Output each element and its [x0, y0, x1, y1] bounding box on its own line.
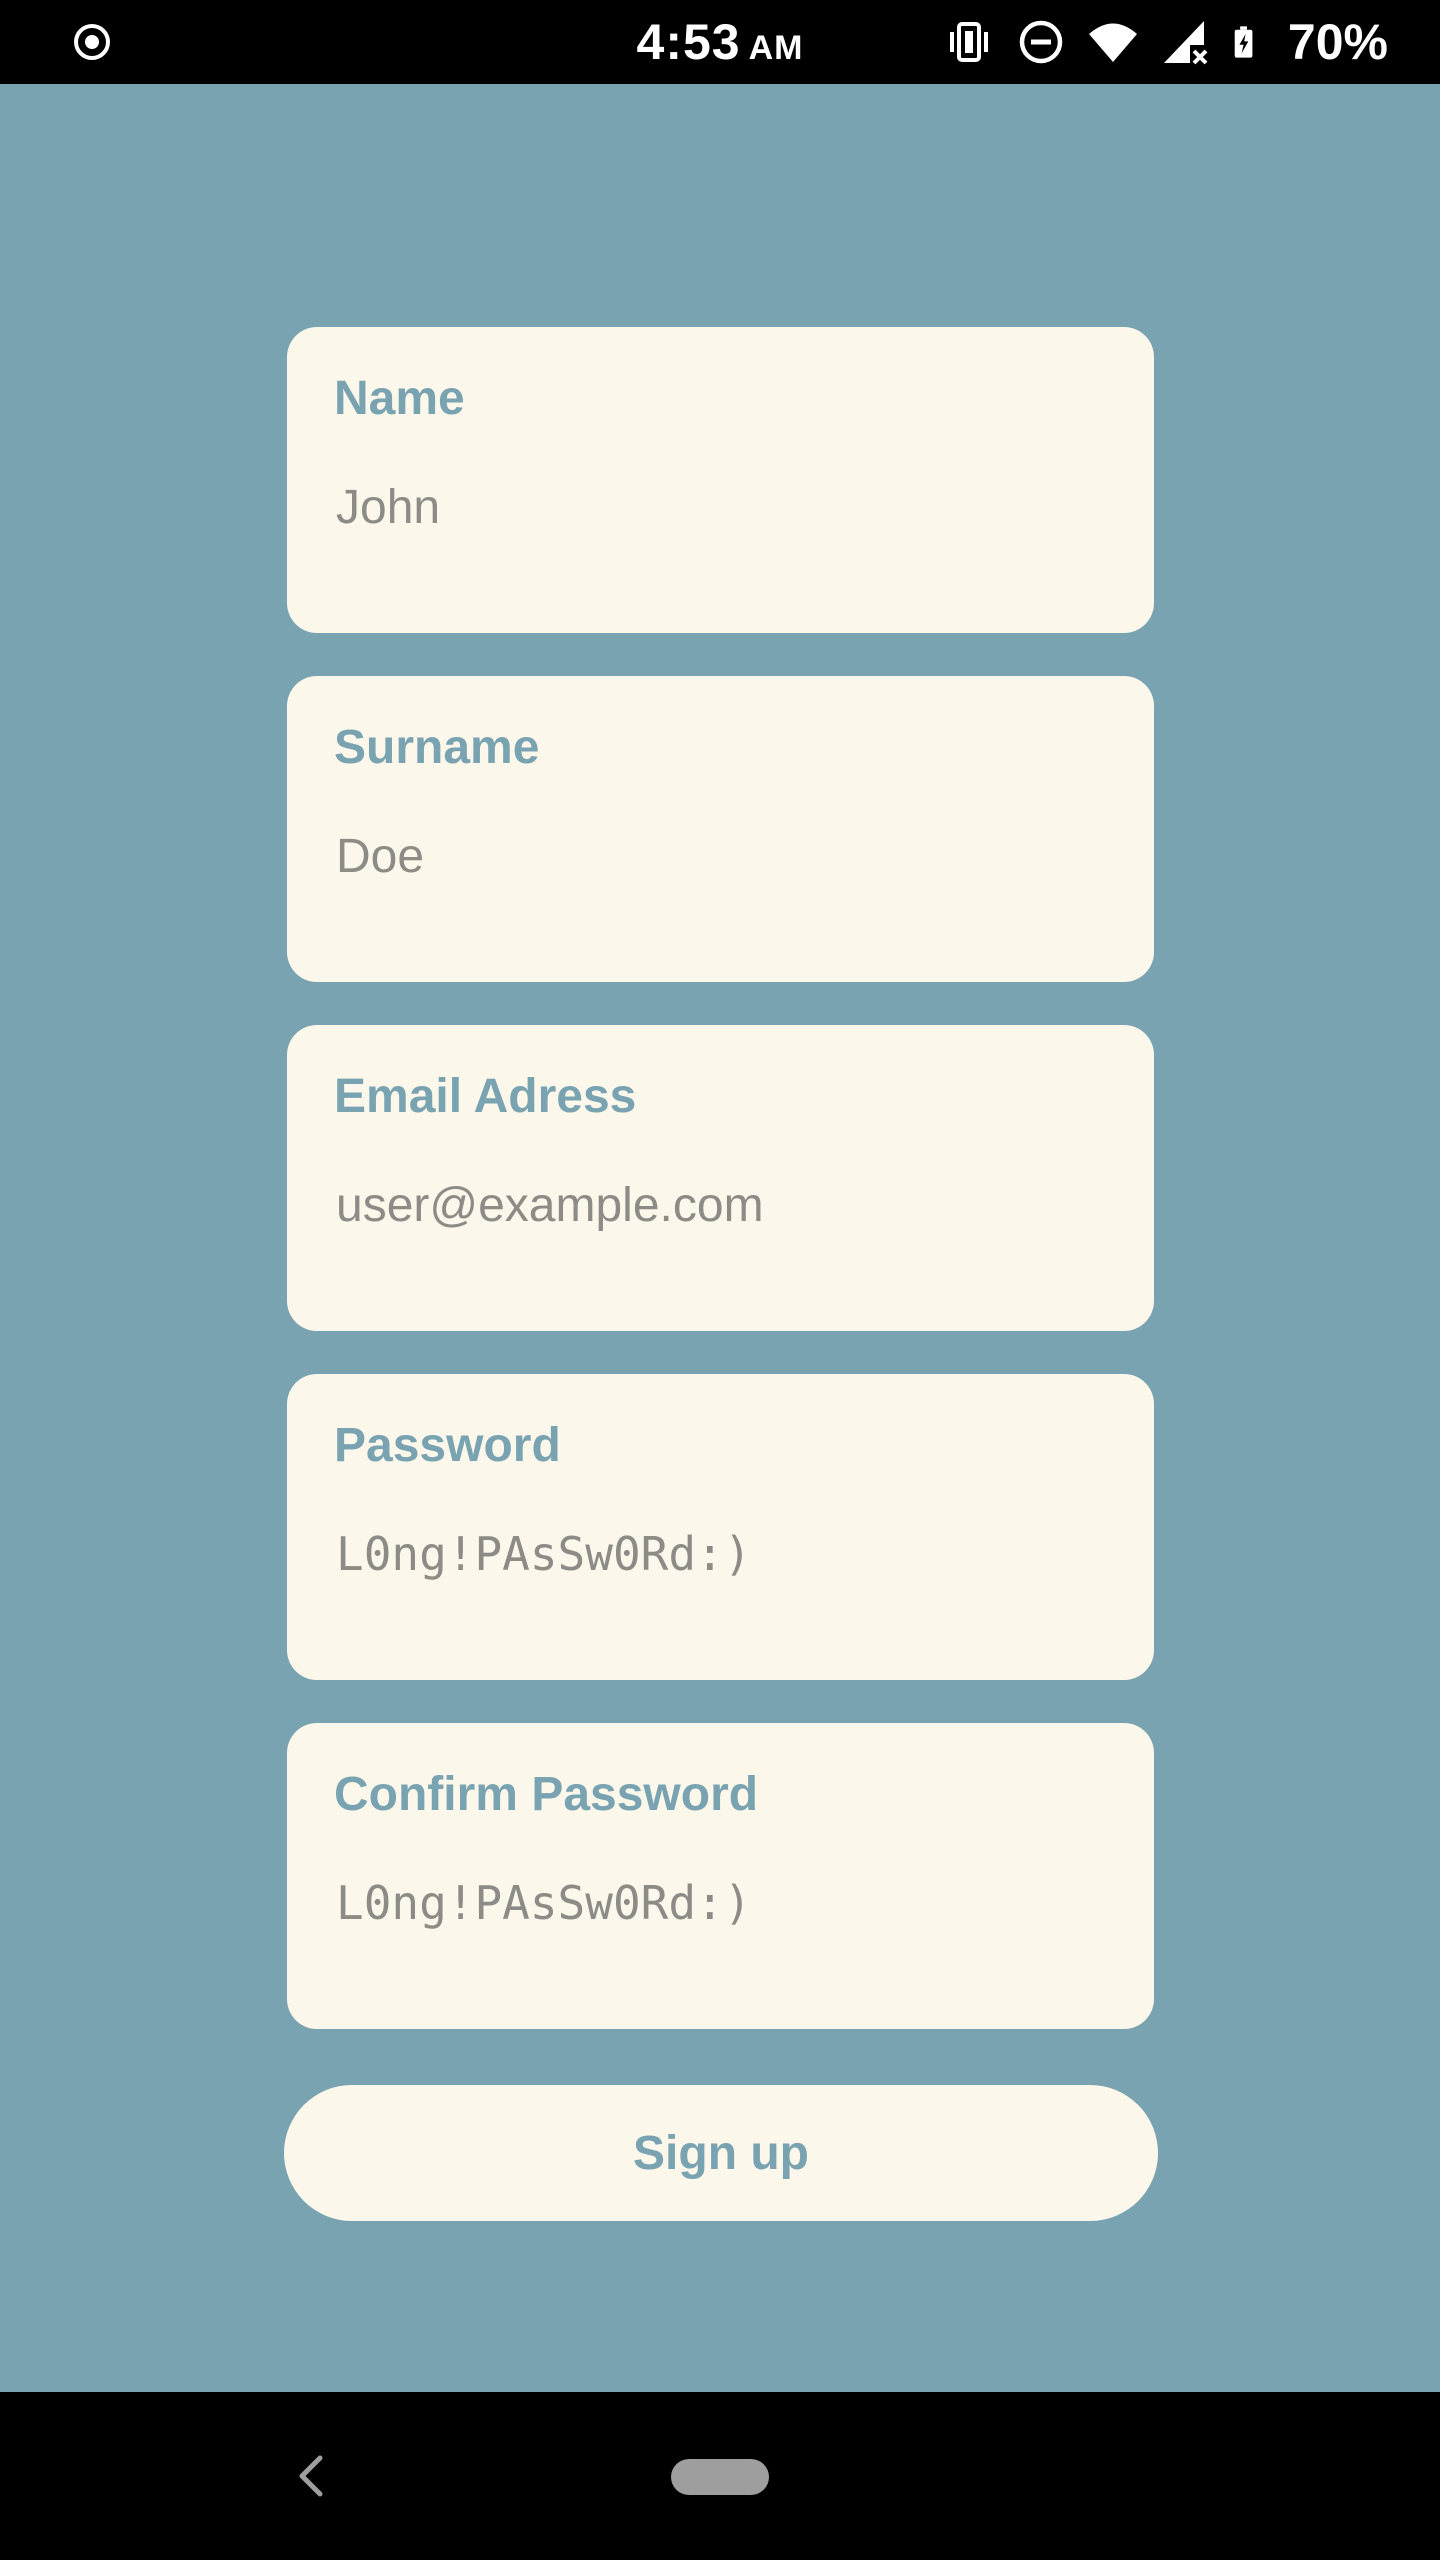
- password-field-card: Password: [287, 1374, 1154, 1680]
- wifi-icon: [1088, 23, 1137, 62]
- email-input[interactable]: [334, 1165, 1106, 1245]
- confirm-password-label: Confirm Password: [334, 1768, 759, 1821]
- name-input[interactable]: [334, 467, 1106, 547]
- battery-charging-icon: [1234, 26, 1253, 58]
- name-field-card: Name: [287, 327, 1154, 633]
- signal-icon: [1163, 21, 1208, 65]
- confirm-password-input[interactable]: [334, 1863, 1106, 1943]
- confirm-password-field-card: Confirm Password: [287, 1723, 1154, 2029]
- navigation-bar: [0, 2392, 1440, 2560]
- clock-ampm: AM: [748, 29, 804, 67]
- email-field-card: Email Adress: [287, 1025, 1154, 1331]
- home-pill-icon[interactable]: [671, 2459, 769, 2495]
- signup-form: Name Surname Email Adress Password Confi…: [287, 327, 1154, 2072]
- password-label: Password: [334, 1419, 561, 1472]
- clock-time: 4:53: [636, 14, 741, 70]
- surname-field-card: Surname: [287, 676, 1154, 982]
- password-input[interactable]: [334, 1514, 1106, 1594]
- vibrate-icon: [949, 22, 988, 62]
- status-bar: 4:53 AM 70%: [0, 0, 1440, 84]
- name-label: Name: [334, 372, 465, 425]
- sign-up-button[interactable]: Sign up: [284, 2085, 1158, 2221]
- do-not-disturb-icon: [1019, 20, 1063, 64]
- battery-percent: 70%: [1287, 14, 1388, 70]
- status-icons: 70%: [944, 0, 1388, 84]
- surname-input[interactable]: [334, 816, 1106, 896]
- email-label: Email Adress: [334, 1070, 637, 1123]
- surname-label: Surname: [334, 721, 540, 774]
- back-icon[interactable]: [290, 2448, 330, 2504]
